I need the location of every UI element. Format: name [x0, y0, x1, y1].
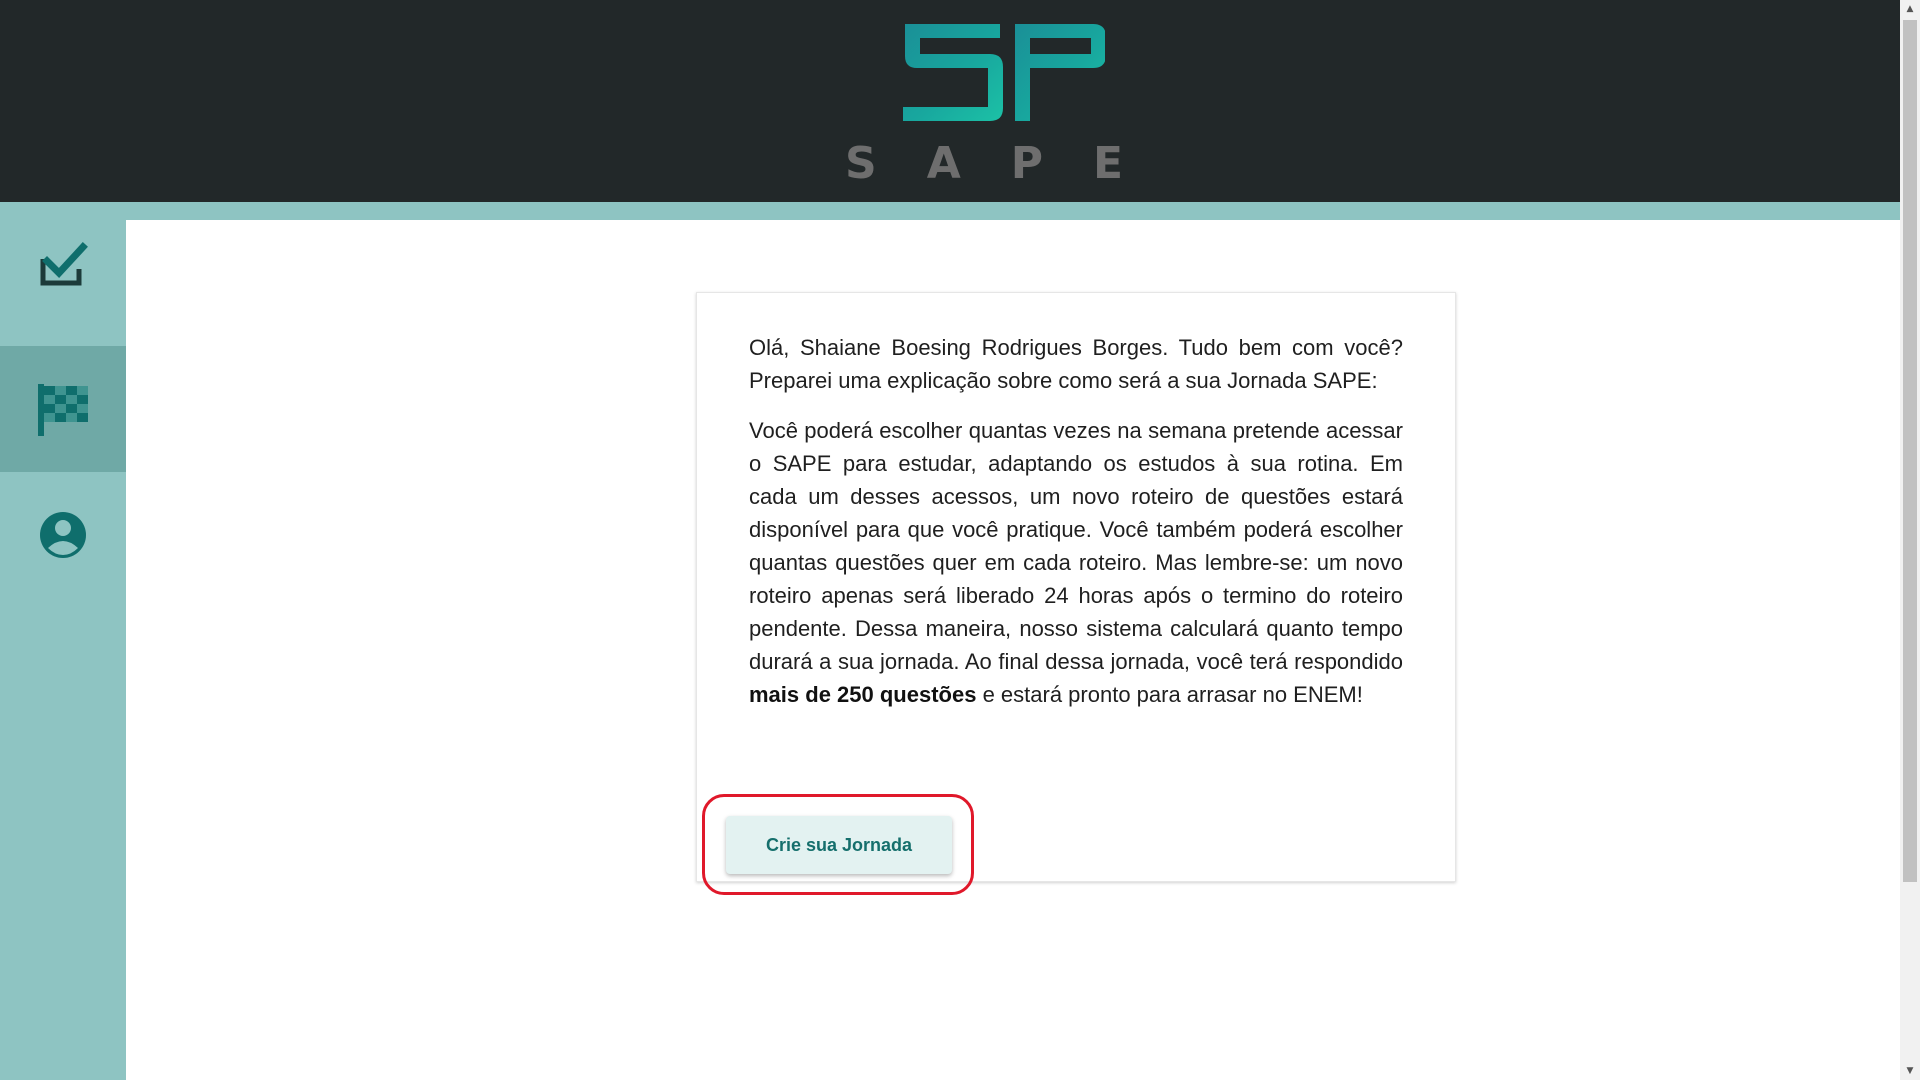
sidebar-item-journey[interactable] [0, 346, 126, 472]
sape-wordmark: SAPE [845, 138, 1174, 189]
app-header: SAPE [0, 0, 1900, 202]
header-accent-strip [126, 202, 1900, 220]
explanation-text-end: e estará pronto para arrasar no ENEM! [976, 682, 1363, 707]
explanation-text: Você poderá escolher quantas vezes na se… [749, 418, 1403, 674]
scroll-thumb[interactable] [1903, 20, 1917, 882]
page-scrollbar[interactable]: ▲ ▼ [1900, 0, 1920, 1080]
questions-highlight: mais de 250 questões [749, 682, 977, 707]
journey-intro-text: Olá, Shaiane Boesing Rodrigues Borges. T… [749, 331, 1403, 728]
check-icon [40, 242, 88, 286]
sidebar-nav [0, 202, 126, 1080]
create-journey-button[interactable]: Crie sua Jornada [726, 816, 952, 874]
sape-logo[interactable]: SAPE [795, 0, 1174, 202]
checkered-flag-icon [38, 384, 88, 436]
main-content: Olá, Shaiane Boesing Rodrigues Borges. T… [126, 220, 1900, 1080]
greeting-paragraph: Olá, Shaiane Boesing Rodrigues Borges. T… [749, 335, 1403, 393]
journey-intro-card: Olá, Shaiane Boesing Rodrigues Borges. T… [696, 292, 1456, 895]
sidebar-item-profile[interactable] [0, 472, 126, 598]
explanation-paragraph: Você poderá escolher quantas vezes na se… [749, 414, 1403, 711]
scroll-down-arrow-icon[interactable]: ▼ [1900, 1062, 1920, 1080]
user-account-icon [40, 512, 86, 558]
sidebar-item-tasks[interactable] [0, 202, 126, 328]
scroll-up-arrow-icon[interactable]: ▲ [1900, 0, 1920, 18]
